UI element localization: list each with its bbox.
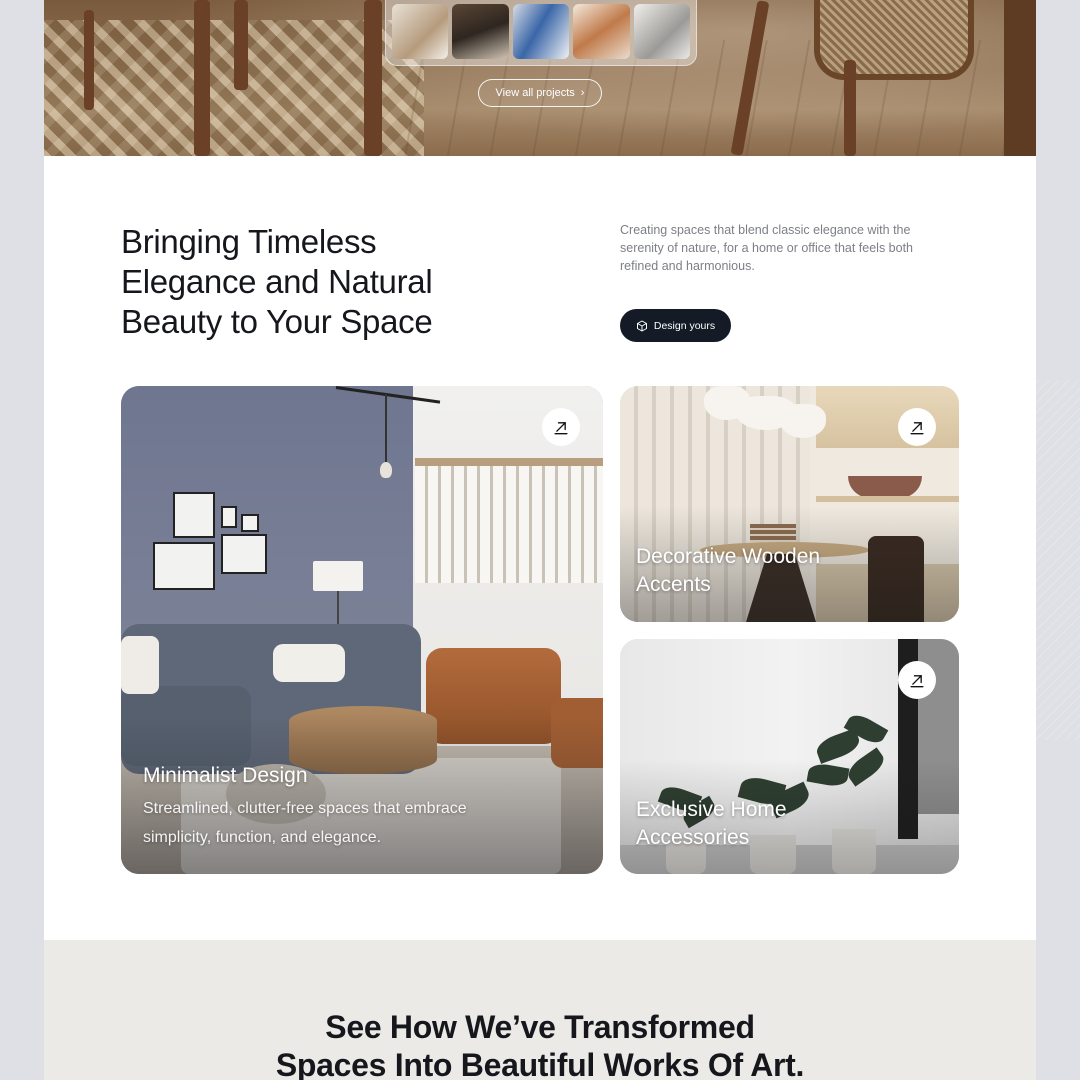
open-card-button[interactable] [898, 408, 936, 446]
design-yours-button[interactable]: Design yours [620, 309, 731, 342]
hero-banner: View all projects › [44, 0, 1036, 156]
scene-shelf [816, 496, 959, 502]
card-title-line: Accents [636, 573, 711, 596]
headline-line: Bringing Timeless [121, 223, 377, 260]
scene-pendant [385, 394, 387, 464]
arrow-up-right-icon [910, 422, 924, 435]
arrow-up-right-icon [554, 422, 568, 435]
section-title-line: Spaces Into Beautiful Works Of Art. [275, 1047, 805, 1080]
scene-cabinet [816, 386, 959, 448]
card-description-line: Streamlined, clutter-free spaces that em… [143, 800, 467, 817]
scene-picture-frame [241, 514, 259, 532]
project-thumbnail[interactable] [392, 4, 449, 59]
intro-description: Creating spaces that blend classic elega… [620, 223, 913, 273]
cube-icon [636, 320, 647, 331]
card-title-line: Decorative Wooden [636, 545, 821, 568]
card-title: Minimalist Design [143, 764, 308, 787]
project-thumbnail[interactable] [452, 4, 509, 59]
open-card-button[interactable] [898, 661, 936, 699]
card-title: Exclusive Home Accessories [636, 796, 787, 852]
project-thumbnail-strip [385, 0, 697, 66]
scene-picture-frame [221, 534, 267, 574]
card-minimalist-design[interactable]: Minimalist Design Streamlined, clutter-f… [121, 386, 603, 874]
hero-chair-leg [844, 60, 856, 156]
section-headline: Bringing Timeless Elegance and Natural B… [121, 222, 521, 342]
section-title: See How We’ve Transformed Spaces Into Be… [44, 1008, 1036, 1080]
scene-pendant [780, 404, 826, 438]
card-exclusive-home-accessories[interactable]: Exclusive Home Accessories [620, 639, 959, 874]
scene-floor-lamp [313, 561, 363, 591]
hero-cane-chair [814, 0, 974, 80]
chevron-right-icon: › [580, 87, 585, 99]
card-decorative-wooden-accents[interactable]: Decorative Wooden Accents [620, 386, 959, 622]
card-title-line: Exclusive Home [636, 798, 787, 821]
section-title-line: See How We’ve Transformed [325, 1009, 755, 1045]
hero-wall [1004, 0, 1036, 156]
scene-bulb [380, 462, 392, 478]
hero-chair-leg [364, 0, 382, 156]
hero-chair-leg [84, 10, 94, 110]
scene-pillow [273, 644, 345, 682]
open-card-button[interactable] [542, 408, 580, 446]
headline-line: Elegance and Natural [121, 263, 433, 300]
scene-railing [415, 458, 603, 583]
card-title: Decorative Wooden Accents [636, 543, 820, 599]
project-thumbnail[interactable] [633, 4, 691, 59]
card-description: Streamlined, clutter-free spaces that em… [143, 794, 467, 852]
arrow-up-right-icon [910, 675, 924, 688]
scene-picture-frame [221, 506, 237, 528]
design-yours-label: Design yours [653, 319, 716, 332]
view-all-label: View all projects [495, 87, 575, 99]
scene-picture-frame [153, 542, 215, 590]
hero-chair-leg [234, 0, 248, 90]
scene-bowl [848, 476, 922, 498]
card-description-line: simplicity, function, and elegance. [143, 829, 382, 846]
page: View all projects › Bringing Timeless El… [44, 0, 1036, 1080]
headline-line: Beauty to Your Space [121, 303, 433, 340]
hero-table-leg [194, 0, 210, 156]
background-texture [1030, 380, 1080, 740]
transformations-section: See How We’ve Transformed Spaces Into Be… [44, 940, 1036, 1080]
card-title-line: Accessories [636, 826, 750, 849]
project-thumbnail[interactable] [512, 4, 570, 59]
project-thumbnail[interactable] [573, 4, 630, 59]
scene-picture-frame [173, 492, 215, 538]
view-all-projects-button[interactable]: View all projects › [478, 79, 602, 107]
scene-pillow [121, 636, 159, 694]
